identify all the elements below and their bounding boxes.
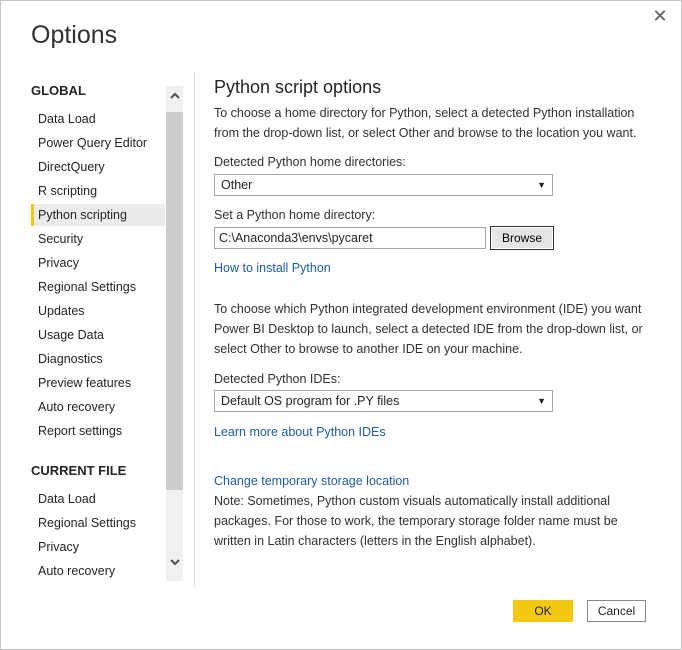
set-home-label: Set a Python home directory: [214,208,376,222]
close-icon[interactable]: ✕ [651,7,669,25]
detected-home-select[interactable]: Other ▼ [214,174,553,196]
cancel-button[interactable]: Cancel [587,600,646,622]
browse-button[interactable]: Browse [490,226,554,250]
python-ide-link[interactable]: Learn more about Python IDEs [214,425,386,439]
sidebar-item-updates[interactable]: Updates [31,300,165,322]
chevron-down-icon[interactable] [166,555,183,575]
sidebar-item-power-query-editor[interactable]: Power Query Editor [31,132,165,154]
sidebar-file-item-privacy[interactable]: Privacy [31,536,165,558]
sidebar-item-regional-settings[interactable]: Regional Settings [31,276,165,298]
section-title: Python script options [214,77,382,97]
sidebar-file-item-regional-settings[interactable]: Regional Settings [31,512,165,534]
sidebar-item-privacy[interactable]: Privacy [31,252,165,274]
detected-ide-value: Default OS program for .PY files [221,394,400,408]
storage-location-link[interactable]: Change temporary storage location [214,474,409,488]
storage-note-text: Note: Sometimes, Python custom visuals a… [214,494,618,548]
sidebar-item-preview-features[interactable]: Preview features [31,372,165,394]
detected-home-value: Other [221,178,253,192]
sidebar-item-python-scripting[interactable]: Python scripting [31,204,165,226]
caret-down-icon: ▼ [537,396,546,406]
nav-divider [194,71,195,586]
home-directory-input[interactable] [214,227,486,249]
ide-intro-text: To choose which Python integrated develo… [214,302,643,356]
sidebar-item-directquery[interactable]: DirectQuery [31,156,165,178]
nav-heading-global: GLOBAL [31,83,86,98]
chevron-up-icon[interactable] [166,89,183,109]
home-intro-text: To choose a home directory for Python, s… [214,106,637,140]
sidebar-file-item-data-load[interactable]: Data Load [31,488,165,510]
sidebar-item-security[interactable]: Security [31,228,165,250]
dialog-title: Options [31,21,118,49]
detected-ide-label: Detected Python IDEs: [214,372,341,386]
sidebar-item-auto-recovery[interactable]: Auto recovery [31,396,165,418]
sidebar-item-data-load[interactable]: Data Load [31,108,165,130]
sidebar-item-diagnostics[interactable]: Diagnostics [31,348,165,370]
options-dialog: Options ✕ GLOBAL Data Load Power Query Ed… [0,0,682,650]
detected-ide-select[interactable]: Default OS program for .PY files ▼ [214,390,553,412]
sidebar-item-usage-data[interactable]: Usage Data [31,324,165,346]
nav-scroll-thumb[interactable] [166,112,183,490]
install-python-link[interactable]: How to install Python [214,261,331,275]
sidebar-item-report-settings[interactable]: Report settings [31,420,165,442]
ok-button[interactable]: OK [513,600,573,622]
sidebar-file-item-auto-recovery[interactable]: Auto recovery [31,560,165,582]
caret-down-icon: ▼ [537,180,546,190]
nav-heading-current-file: CURRENT FILE [31,463,127,478]
sidebar-item-r-scripting[interactable]: R scripting [31,180,165,202]
detected-home-label: Detected Python home directories: [214,155,406,169]
